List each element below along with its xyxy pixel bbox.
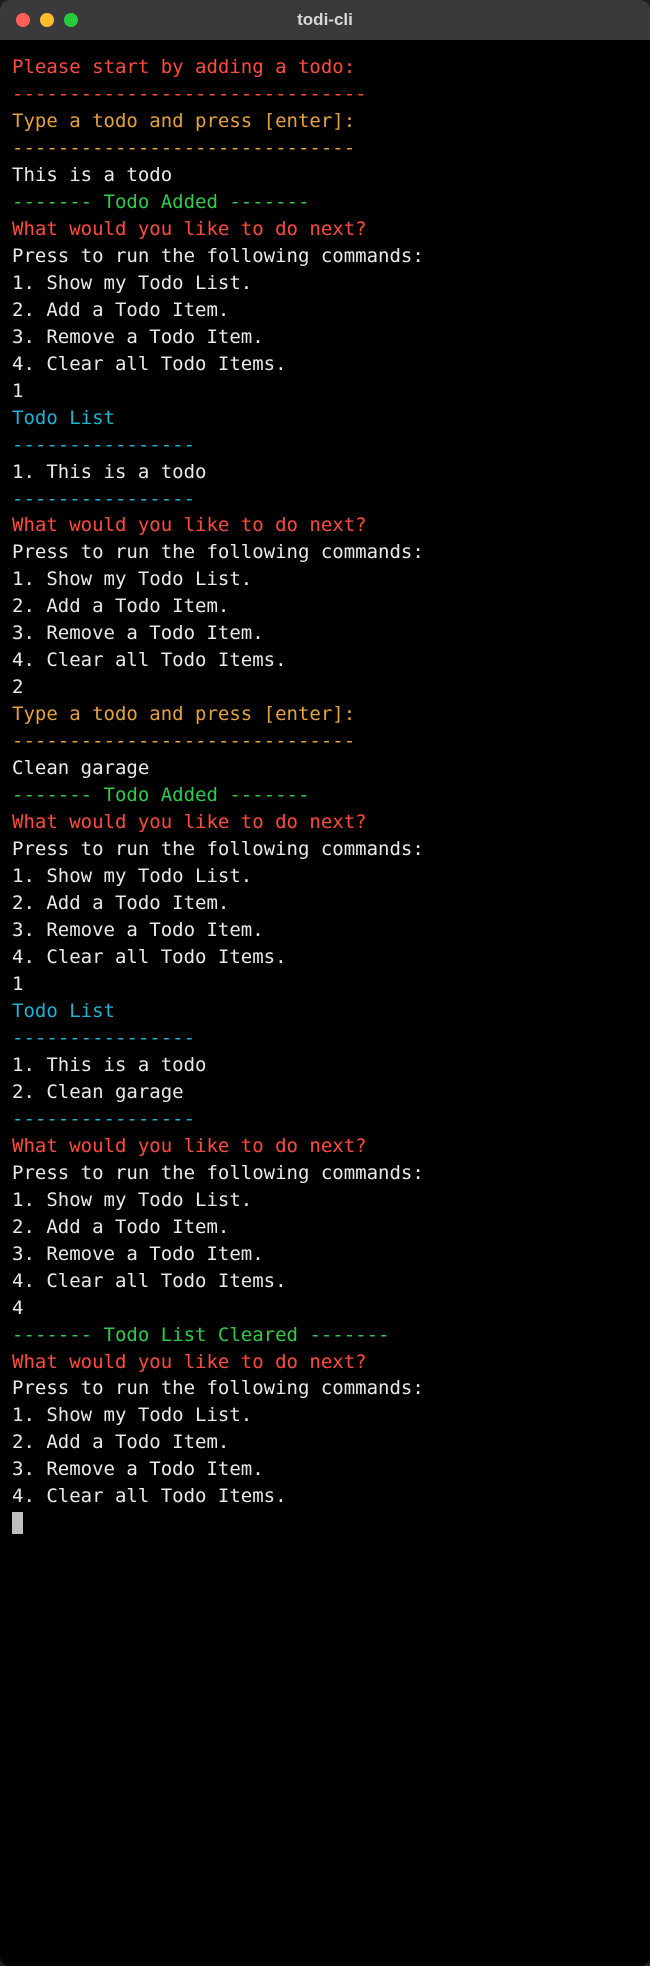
window-title: todi-cli [297, 10, 353, 30]
close-button[interactable] [16, 13, 30, 27]
terminal-line: 4. Clear all Todo Items. [12, 647, 638, 674]
terminal-line: ---------------- [12, 1025, 638, 1052]
terminal-line: What would you like to do next? [12, 1349, 638, 1376]
terminal-line: 1. Show my Todo List. [12, 1187, 638, 1214]
terminal-line: 3. Remove a Todo Item. [12, 1456, 638, 1483]
terminal-line: 4. Clear all Todo Items. [12, 1483, 638, 1510]
terminal-line: 2. Add a Todo Item. [12, 593, 638, 620]
terminal-line: Please start by adding a todo: [12, 54, 638, 81]
terminal-line: 4. Clear all Todo Items. [12, 944, 638, 971]
terminal-line: 2. Add a Todo Item. [12, 297, 638, 324]
terminal-line: 1. Show my Todo List. [12, 270, 638, 297]
terminal-line: 1 [12, 378, 638, 405]
titlebar[interactable]: todi-cli [0, 0, 650, 40]
terminal-prompt-line[interactable] [12, 1510, 638, 1537]
terminal-line: 1. Show my Todo List. [12, 566, 638, 593]
terminal-line: 2. Add a Todo Item. [12, 1214, 638, 1241]
minimize-button[interactable] [40, 13, 54, 27]
cursor [12, 1512, 23, 1534]
terminal-line: 1. Show my Todo List. [12, 863, 638, 890]
terminal-line: Press to run the following commands: [12, 243, 638, 270]
terminal-line: ------- Todo Added ------- [12, 189, 638, 216]
terminal-line: ------- Todo Added ------- [12, 782, 638, 809]
terminal-line: ------------------------------ [12, 728, 638, 755]
terminal-line: ---------------- [12, 1106, 638, 1133]
terminal-line: ------- Todo List Cleared ------- [12, 1322, 638, 1349]
terminal-line: ------------------------------ [12, 135, 638, 162]
terminal-line: 1. Show my Todo List. [12, 1402, 638, 1429]
terminal-line: 2. Add a Todo Item. [12, 1429, 638, 1456]
terminal-line: 4. Clear all Todo Items. [12, 351, 638, 378]
terminal-line: Press to run the following commands: [12, 836, 638, 863]
terminal-line: What would you like to do next? [12, 1133, 638, 1160]
terminal-line: Press to run the following commands: [12, 1160, 638, 1187]
terminal-body[interactable]: Please start by adding a todo:----------… [0, 40, 650, 1551]
terminal-line: 1 [12, 971, 638, 998]
terminal-line: Clean garage [12, 755, 638, 782]
terminal-line: 2. Add a Todo Item. [12, 890, 638, 917]
terminal-line: This is a todo [12, 162, 638, 189]
terminal-line: Todo List [12, 405, 638, 432]
terminal-line: 1. This is a todo [12, 459, 638, 486]
terminal-line: 3. Remove a Todo Item. [12, 1241, 638, 1268]
terminal-line: Type a todo and press [enter]: [12, 701, 638, 728]
terminal-line: 2 [12, 674, 638, 701]
terminal-line: 1. This is a todo [12, 1052, 638, 1079]
terminal-line: What would you like to do next? [12, 512, 638, 539]
terminal-window: todi-cli Please start by adding a todo:-… [0, 0, 650, 1966]
terminal-line: 2. Clean garage [12, 1079, 638, 1106]
terminal-line: 4. Clear all Todo Items. [12, 1268, 638, 1295]
terminal-line: What would you like to do next? [12, 216, 638, 243]
terminal-line: 4 [12, 1295, 638, 1322]
terminal-line: 3. Remove a Todo Item. [12, 917, 638, 944]
traffic-lights [16, 13, 78, 27]
terminal-line: ---------------- [12, 486, 638, 513]
terminal-line: What would you like to do next? [12, 809, 638, 836]
terminal-line: Press to run the following commands: [12, 1375, 638, 1402]
maximize-button[interactable] [64, 13, 78, 27]
terminal-line: Type a todo and press [enter]: [12, 108, 638, 135]
terminal-line: Press to run the following commands: [12, 539, 638, 566]
terminal-line: 3. Remove a Todo Item. [12, 324, 638, 351]
terminal-line: ---------------- [12, 432, 638, 459]
terminal-line: 3. Remove a Todo Item. [12, 620, 638, 647]
terminal-line: Todo List [12, 998, 638, 1025]
terminal-line: ------------------------------- [12, 81, 638, 108]
